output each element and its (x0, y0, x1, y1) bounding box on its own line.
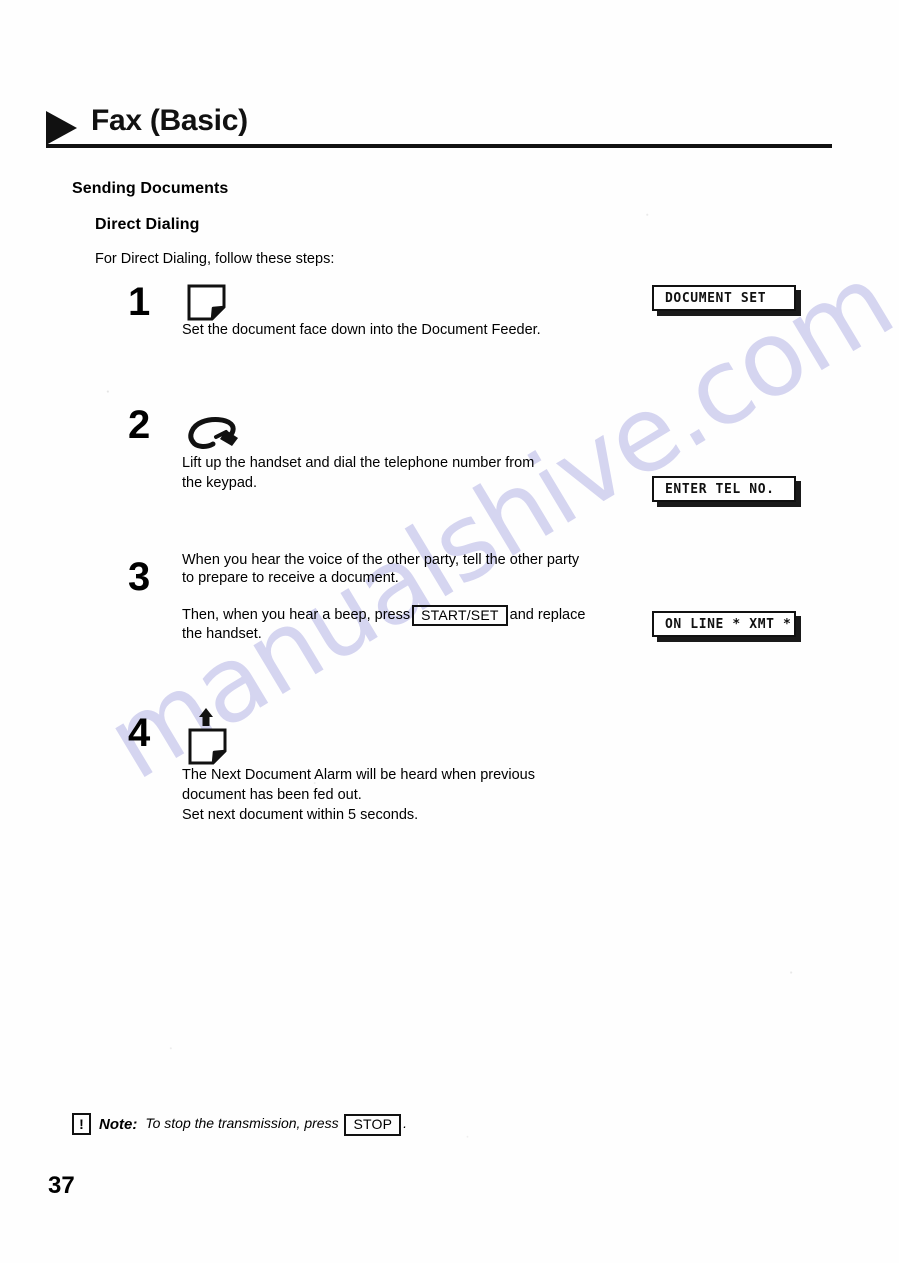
step-line: Lift up the handset and dial the telepho… (182, 455, 535, 471)
document-page: manualshive.com Fax (Basic) Sending Docu… (0, 0, 899, 1263)
step-paragraph-with-key: Then, when you hear a beep, press START/S… (182, 604, 594, 643)
chapter-header: Fax (Basic) (46, 104, 836, 156)
note-text-before-key: To stop the transmission, press (145, 1115, 339, 1132)
lcd-display-3: ON LINE * XMT * (652, 611, 796, 637)
note-text-after-key: . (403, 1115, 408, 1132)
document-eject-icon (188, 708, 227, 765)
page-title: Fax (Basic) (91, 104, 248, 137)
step-number-3: 3 (128, 555, 151, 599)
step-number-4: 4 (128, 711, 151, 755)
document-icon (187, 284, 226, 321)
step-paragraph: When you hear the voice of the other par… (182, 552, 580, 587)
page-number: 37 (48, 1172, 75, 1199)
note-block: ! Note: To stop the transmission, press … (72, 1113, 408, 1136)
start-set-key[interactable]: START/SET (412, 605, 508, 627)
step-text-2: Lift up the handset and dial the telepho… (182, 454, 582, 492)
step-line: document has been fed out. (182, 787, 362, 804)
subsection-heading: Direct Dialing (95, 216, 200, 233)
header-divider (46, 144, 832, 148)
step-line: Set next document within 5 seconds. (182, 807, 419, 824)
step-line: the keypad. (182, 475, 257, 492)
triangle-right-icon (46, 111, 77, 145)
step-number-2: 2 (128, 403, 151, 447)
step-line: Set the document face down into the Docu… (182, 322, 541, 338)
section-heading: Sending Documents (72, 180, 229, 197)
lcd-display-1: DOCUMENT SET (652, 285, 796, 311)
intro-paragraph: For Direct Dialing, follow these steps: (95, 251, 335, 267)
exclamation-box-icon: ! (72, 1113, 91, 1135)
stop-key[interactable]: STOP (344, 1114, 402, 1136)
step-line: The Next Document Alarm will be heard wh… (182, 767, 535, 783)
note-label: Note: (99, 1115, 138, 1133)
step-number-1: 1 (128, 280, 151, 324)
step-text-4: The Next Document Alarm will be heard wh… (182, 766, 602, 824)
lcd-display-2: ENTER TEL NO. (652, 476, 796, 502)
step-text-1: Set the document face down into the Docu… (182, 321, 602, 339)
step-text-3: When you hear the voice of the other par… (182, 551, 594, 643)
note-text: To stop the transmission, press STOP. (145, 1113, 408, 1136)
telephone-handset-icon (188, 417, 238, 449)
step-text-before-key: Then, when you hear a beep, press (182, 607, 411, 624)
